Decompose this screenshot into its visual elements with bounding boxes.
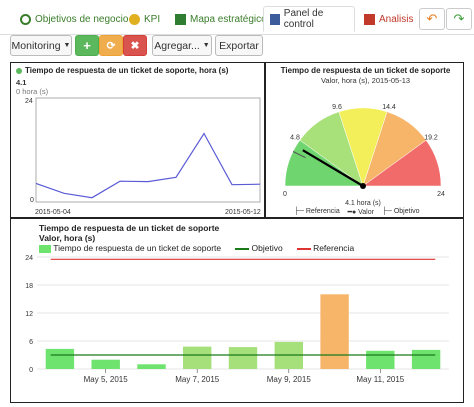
x-tick-label: May 7, 2015: [175, 375, 220, 384]
legend-valor: ━● Valor: [347, 209, 374, 216]
redo-button[interactable]: ↷: [446, 8, 472, 30]
tab-panel[interactable]: Panel de control: [263, 6, 355, 32]
undo-button[interactable]: ↶: [419, 8, 445, 30]
x-tick-label: May 11, 2015: [356, 375, 404, 384]
gauge-title: Tiempo de respuesta de un ticket de sopo…: [280, 66, 451, 75]
plus-icon: +: [83, 38, 91, 53]
y-tick-label: 24: [25, 255, 33, 262]
close-icon: ✖: [130, 39, 140, 52]
agregar-label: Agregar...: [154, 39, 200, 52]
bar: [366, 350, 395, 369]
refresh-icon: ⟳: [106, 39, 116, 52]
x-tick-start: 2015-05-04: [35, 209, 71, 216]
bar: [320, 294, 349, 369]
kpi-icon: [129, 13, 140, 25]
gauge-value-text: 4.1 hora (s): [345, 200, 381, 207]
gauge-panel: Tiempo de respuesta de un ticket de sopo…: [265, 62, 464, 218]
monitoring-label: Monitoring: [11, 39, 61, 52]
bar: [183, 346, 212, 369]
add-button[interactable]: +: [75, 35, 99, 56]
valor-marker-icon: ━●: [347, 209, 357, 216]
redo-icon: ↷: [453, 11, 465, 26]
gauge-scale-label: 24: [437, 191, 445, 198]
gauge-scale-label: 19.2: [424, 135, 438, 142]
bar-chart-title: Tiempo de respuesta de un ticket de sopo…: [39, 223, 220, 233]
y-tick-min: 0: [30, 197, 34, 204]
dashboard-icon: [270, 13, 280, 25]
bar-chart: 0 6 12 18 24 May 5, 2015 May 7, 2015 May 9, 20…: [25, 255, 449, 384]
gauge-chart: 0 4.8 9.6 14.4 19.2 24 4.1 hora (s): [283, 104, 445, 207]
x-tick-label: May 9, 2015: [267, 375, 312, 384]
tab-label: Panel de control: [283, 8, 324, 30]
monitoring-dropdown[interactable]: Monitoring ▼: [10, 35, 72, 56]
referencia-marker-icon: ├─: [294, 208, 304, 215]
legend-referencia: ├─ Referencia: [294, 208, 340, 215]
map-icon: [175, 13, 186, 25]
gauge-scale-label: 0: [283, 191, 287, 198]
x-tick-label: May 5, 2015: [84, 375, 129, 384]
y-tick-label: 18: [25, 283, 33, 290]
y-tick-max: 24: [25, 98, 33, 105]
legend-objetivo: ├─ Objetivo: [381, 208, 420, 215]
y-tick-label: 6: [29, 339, 33, 346]
line-chart-panel: Tiempo de respuesta de un ticket de sopo…: [10, 62, 265, 218]
bar: [45, 348, 75, 369]
bar: [137, 364, 166, 369]
line-chart-title: Tiempo de respuesta de un ticket de sopo…: [25, 66, 229, 75]
agregar-dropdown[interactable]: Agregar... ▼: [152, 35, 212, 56]
status-dot-icon: [16, 67, 22, 74]
edit-button[interactable]: ⟳: [99, 35, 123, 56]
gauge-hub: [360, 183, 366, 189]
caret-down-icon: ▼: [63, 42, 71, 49]
y-tick-label: 0: [29, 367, 33, 374]
tab-label: Objetivos de negocio: [35, 13, 129, 25]
tab-bar: Objetivos de negocio KPI Mapa estratégic…: [0, 0, 474, 35]
x-tick-end: 2015-05-12: [225, 209, 261, 216]
line-chart: 24 0 2015-05-04 2015-05-12: [25, 97, 261, 216]
analysis-icon: [364, 13, 375, 25]
gauge-legend: ├─ Referencia ━● Valor ├─ Objetivo: [294, 208, 420, 216]
delete-button[interactable]: ✖: [123, 35, 147, 56]
bar-chart-subtitle: Valor, hora (s): [39, 233, 96, 243]
current-value: 4.1: [16, 78, 27, 87]
tab-label: KPI: [144, 13, 161, 25]
y-tick-label: 12: [25, 311, 33, 318]
tab-mapa[interactable]: Mapa estratégico: [169, 6, 273, 32]
tab-label: Analisis: [379, 13, 414, 25]
exportar-button[interactable]: Exportar: [215, 35, 263, 56]
gauge-subtitle: Valor, hora (s), 2015-05-13: [320, 76, 411, 85]
tab-analisis[interactable]: Analisis: [358, 6, 419, 32]
exportar-label: Exportar: [219, 39, 259, 52]
series-line: [35, 132, 261, 199]
undo-icon: ↶: [426, 11, 438, 26]
caret-down-icon: ▼: [202, 42, 210, 49]
goals-icon: [20, 13, 31, 25]
gauge-scale-label: 4.8: [290, 135, 300, 142]
objetivo-marker-icon: ├─: [381, 208, 392, 215]
bar: [228, 347, 258, 369]
tab-kpi[interactable]: KPI: [123, 6, 166, 32]
tab-objetivos[interactable]: Objetivos de negocio: [14, 6, 134, 32]
gauge-scale-label: 14.4: [382, 104, 396, 111]
bar: [411, 349, 441, 369]
bar-chart-panel: Tiempo de respuesta de un ticket de sopo…: [10, 218, 464, 403]
tab-label: Mapa estratégico: [190, 13, 267, 25]
bar: [91, 359, 120, 369]
gauge-scale-label: 9.6: [332, 104, 342, 111]
